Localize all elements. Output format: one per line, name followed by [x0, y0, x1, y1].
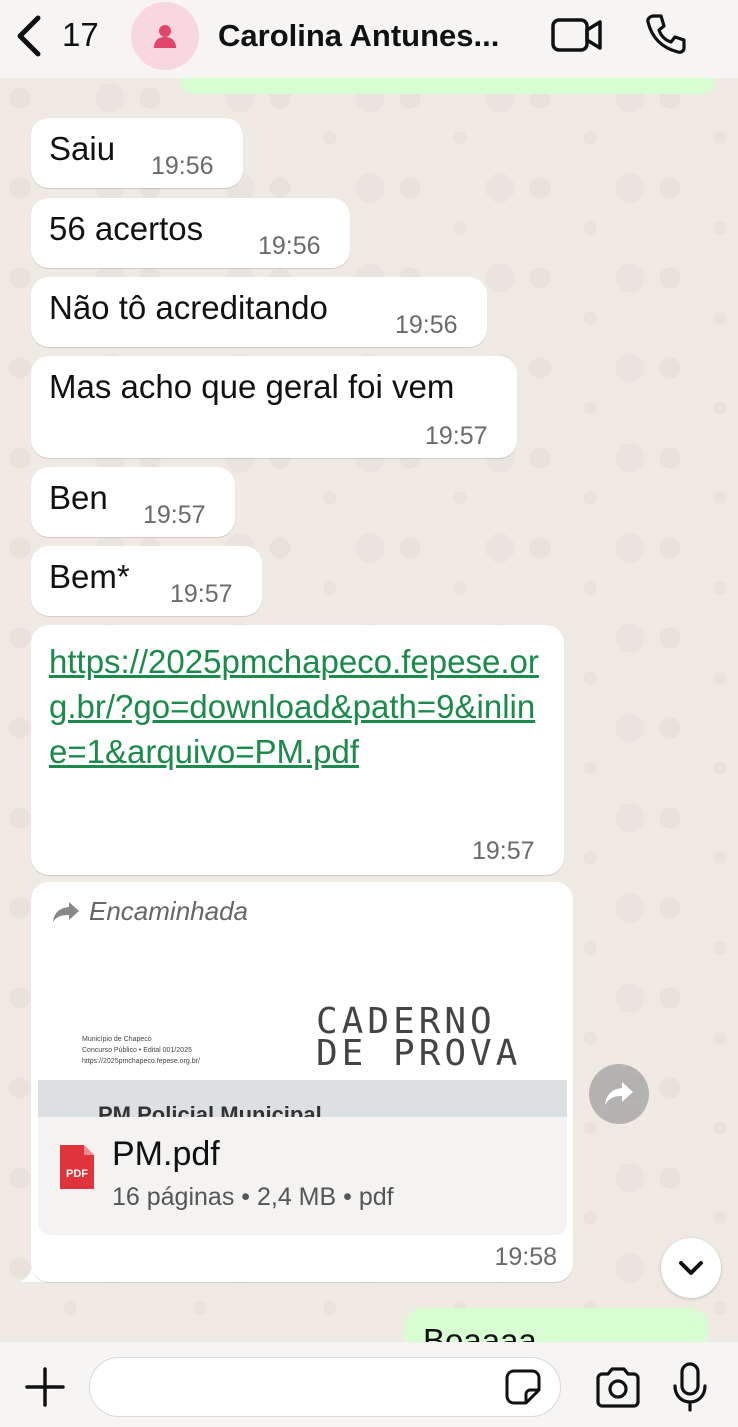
preview-title: CADERNO DE PROVA: [316, 1001, 522, 1074]
attach-button[interactable]: [24, 1366, 66, 1408]
forwarded-label: Encaminhada: [89, 896, 248, 926]
message-time: 19:57: [472, 837, 535, 865]
preview-cut-text: PM Policial Municipal: [98, 1102, 322, 1117]
message-link[interactable]: https://2025pmchapeco.fepese.org.br/?go=…: [49, 639, 549, 774]
message-bubble[interactable]: Bem* 19:57: [31, 546, 262, 616]
camera-icon: [596, 1367, 640, 1408]
document-message[interactable]: Encaminhada Município de Chapecó Concurs…: [31, 882, 573, 1282]
message-bubble[interactable]: 56 acertos 19:56: [31, 198, 350, 268]
message-time: 19:57: [143, 501, 206, 529]
message-time: 19:57: [425, 422, 488, 450]
document-file-info[interactable]: PDF PM.pdf 16 páginas • 2,4 MB • pdf: [38, 1117, 567, 1235]
contact-name[interactable]: Carolina Antunes...: [218, 18, 518, 54]
video-camera-icon: [551, 18, 602, 52]
camera-button[interactable]: [594, 1366, 642, 1408]
sticker-icon: [505, 1369, 541, 1405]
forward-arrow-icon: [53, 901, 79, 922]
sticker-button[interactable]: [504, 1368, 542, 1406]
message-text: Mas acho que geral foi vem: [49, 368, 455, 405]
microphone-button[interactable]: [672, 1362, 708, 1412]
message-bubble-link[interactable]: https://2025pmchapeco.fepese.org.br/?go=…: [31, 625, 564, 875]
chevron-down-icon: [679, 1261, 703, 1275]
voice-call-button[interactable]: [644, 12, 688, 56]
file-name: PM.pdf: [112, 1135, 220, 1173]
message-bubble[interactable]: Ben 19:57: [31, 467, 235, 537]
message-time: 19:56: [395, 311, 458, 339]
message-time: 19:58: [494, 1243, 557, 1271]
message-text: Saiu: [49, 130, 116, 167]
forwarded-indicator: Encaminhada: [51, 896, 248, 927]
preview-header-text: Município de Chapecó Concurso Público • …: [82, 1036, 200, 1065]
message-text: Ben: [49, 479, 108, 516]
avatar[interactable]: [131, 2, 199, 70]
document-preview[interactable]: Município de Chapecó Concurso Público • …: [38, 942, 567, 1117]
message-text: Não tô acreditando: [49, 289, 328, 326]
scroll-to-bottom-button[interactable]: [661, 1238, 721, 1298]
composer-bar: [0, 1342, 738, 1427]
video-call-button[interactable]: [550, 14, 604, 56]
pdf-file-icon: PDF: [60, 1145, 94, 1189]
file-meta: 16 páginas • 2,4 MB • pdf: [112, 1183, 394, 1211]
chevron-left-icon: [17, 15, 41, 57]
svg-text:PDF: PDF: [66, 1168, 88, 1180]
message-bubble[interactable]: Mas acho que geral foi vem 19:57: [31, 356, 517, 458]
message-text: 56 acertos: [49, 210, 204, 247]
plus-icon: [25, 1367, 65, 1407]
message-time: 19:56: [258, 232, 321, 260]
message-bubble[interactable]: Não tô acreditando 19:56: [31, 277, 487, 347]
message-time: 19:57: [170, 580, 233, 608]
forward-button[interactable]: [589, 1064, 649, 1124]
share-arrow-icon: [605, 1082, 633, 1105]
message-text: Bem*: [49, 558, 130, 595]
message-bubble[interactable]: Saiu 19:56: [31, 118, 243, 188]
back-button[interactable]: [12, 14, 52, 58]
microphone-icon: [673, 1362, 707, 1412]
message-input[interactable]: [89, 1357, 561, 1417]
message-time: 19:56: [151, 152, 214, 180]
phone-icon: [646, 14, 686, 54]
unread-count[interactable]: 17: [62, 16, 99, 54]
chat-header: 17 Carolina Antunes...: [0, 0, 738, 78]
person-icon: [154, 25, 176, 48]
